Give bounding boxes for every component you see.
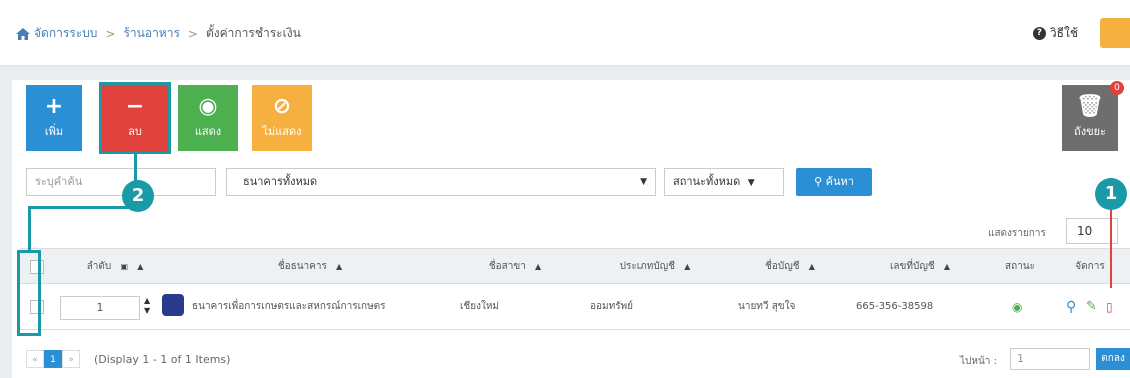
search-button-label: ค้นหา (825, 175, 854, 188)
cell-account-name: นายทวี สุขใจ (738, 301, 796, 312)
add-label: เพิ่ม (44, 125, 64, 138)
col-account-no[interactable]: เลขที่บัญชี ▲ (850, 249, 990, 285)
per-page-value: 10 (1077, 224, 1093, 238)
bank-select-value: ธนาคารทั้งหมด (243, 175, 318, 188)
corner-tab[interactable] (1100, 18, 1130, 48)
col-status-label: สถานะ (1005, 261, 1035, 272)
col-account-type-label: ประเภทบัญชี (619, 261, 675, 272)
col-account-no-label: เลขที่บัญชี (890, 261, 935, 272)
pagination-info: (Display 1 - 1 of 1 Items) (94, 352, 231, 366)
sort-icon: ▲ (535, 262, 542, 271)
bank-logo (162, 294, 184, 316)
col-account-name[interactable]: ชื่อบัญชี ▲ (730, 249, 850, 285)
show-button[interactable]: ◉ แสดง (178, 85, 238, 151)
chevron-down-icon: ▼ (747, 178, 755, 188)
plus-icon: + (44, 94, 64, 119)
breadcrumb-item-system[interactable]: จัดการระบบ (34, 24, 97, 43)
col-manage: จัดการ (1050, 249, 1130, 285)
col-order-label: ลำดับ (86, 261, 112, 272)
breadcrumb: จัดการระบบ > ร้านอาหาร > ตั้งค่าการชำระเ… (16, 24, 301, 43)
order-value: 1 (96, 301, 104, 314)
delete-label: ลบ (128, 125, 142, 138)
hide-button[interactable]: ⊘ ไม่แสดง (252, 85, 312, 151)
goto-ok-button[interactable]: ตกลง (1096, 348, 1130, 370)
status-select[interactable]: สถานะทั้งหมด ▼ (664, 168, 784, 196)
breadcrumb-item-restaurant[interactable]: ร้านอาหาร (123, 24, 179, 43)
col-bank[interactable]: ชื่อธนาคาร ▲ (170, 249, 450, 285)
view-icon[interactable]: ⚲ (1066, 284, 1082, 330)
search-input[interactable]: ระบุคำค้น (26, 168, 216, 196)
col-status: สถานะ (990, 249, 1050, 285)
home-icon[interactable] (16, 27, 30, 40)
question-icon: ? (1032, 27, 1046, 40)
col-order[interactable]: ลำดับ ▣ ▲ (60, 249, 170, 285)
goto-label: ไปหน้า : (960, 356, 997, 367)
annotation-line (1110, 210, 1112, 288)
cell-bank: ธนาคารเพื่อการเกษตรและสหกรณ์การเกษตร (192, 301, 386, 312)
order-stepper[interactable]: ▲ ▼ (144, 296, 150, 316)
trash-label: ถังขยะ (1074, 125, 1106, 138)
eye-icon: ◉ (198, 94, 218, 119)
save-icon[interactable]: ▣ (120, 262, 128, 271)
sort-icon: ▲ (336, 262, 343, 271)
sort-icon: ▲ (137, 262, 144, 271)
eye-slash-icon: ⊘ (272, 94, 292, 119)
per-page-label: แสดงรายการ (988, 228, 1046, 239)
trash-count-badge: 0 (1110, 81, 1124, 95)
col-account-type[interactable]: ประเภทบัญชี ▲ (580, 249, 730, 285)
show-label: แสดง (194, 125, 222, 138)
col-bank-label: ชื่อธนาคาร (277, 261, 327, 272)
order-input[interactable]: 1 (60, 296, 140, 320)
page-button[interactable]: 1 (44, 350, 62, 368)
top-bar: จัดการระบบ > ร้านอาหาร > ตั้งค่าการชำระเ… (0, 0, 1130, 66)
edit-icon[interactable]: ✎ (1086, 284, 1102, 330)
delete-button[interactable]: − ลบ (99, 82, 171, 154)
annotation-marker-2: 2 (122, 180, 154, 212)
sort-icon: ▲ (943, 262, 950, 271)
sort-icon: ▲ (684, 262, 691, 271)
table-header: ลำดับ ▣ ▲ ชื่อธนาคาร ▲ ชื่อสาขา ▲ ประเภท… (20, 248, 1130, 284)
prev-page-button[interactable]: « (26, 350, 44, 368)
annotation-line (28, 206, 138, 209)
breadcrumb-separator: > (105, 26, 116, 41)
cell-account-type: ออมทรัพย์ (590, 301, 634, 312)
trash-button[interactable]: 🗑 ถังขยะ 0 (1062, 81, 1124, 151)
breadcrumb-separator: > (187, 26, 198, 41)
col-manage-label: จัดการ (1075, 261, 1105, 272)
col-branch-label: ชื่อสาขา (488, 261, 526, 272)
breadcrumb-item-payment-settings: ตั้งค่าการชำระเงิน (205, 26, 301, 40)
pagination: « 1 » (Display 1 - 1 of 1 Items) (26, 350, 230, 368)
sort-icon: ▲ (808, 262, 815, 271)
cell-branch: เชียงใหม่ (460, 301, 500, 312)
col-account-name-label: ชื่อบัญชี (765, 261, 800, 272)
annotation-marker-1: 1 (1095, 178, 1127, 210)
search-button[interactable]: ⚲ ค้นหา (796, 168, 872, 196)
goto-page-input[interactable]: 1 (1010, 348, 1090, 370)
next-page-button[interactable]: » (62, 350, 80, 368)
trash-icon: 🗑 (1076, 94, 1104, 119)
status-select-value: สถานะทั้งหมด (673, 175, 741, 188)
search-icon: ⚲ (814, 175, 823, 188)
help-label: วิธีใช้ (1049, 26, 1078, 40)
checkbox-highlight (17, 250, 41, 336)
chevron-down-icon: ▼ (640, 177, 647, 187)
col-branch[interactable]: ชื่อสาขา ▲ (450, 249, 580, 285)
search-placeholder: ระบุคำค้น (35, 175, 83, 188)
cell-account-no: 665-356-38598 (856, 301, 934, 312)
annotation-line (134, 151, 137, 181)
bank-select[interactable]: ธนาคารทั้งหมด ▼ (226, 168, 656, 196)
hide-label: ไม่แสดง (262, 125, 302, 138)
status-eye-icon[interactable]: ◉ (1012, 284, 1032, 330)
help-link[interactable]: ? วิธีใช้ (1032, 24, 1078, 43)
table-row: 1 ▲ ▼ ธนาคารเพื่อการเกษตรและสหกรณ์การเกษต… (20, 284, 1130, 330)
minus-icon: − (125, 94, 145, 119)
delete-row-icon[interactable]: ▯ (1106, 284, 1122, 330)
add-button[interactable]: + เพิ่ม (26, 85, 82, 151)
goto-value: 1 (1017, 352, 1024, 365)
annotation-line (28, 206, 31, 250)
